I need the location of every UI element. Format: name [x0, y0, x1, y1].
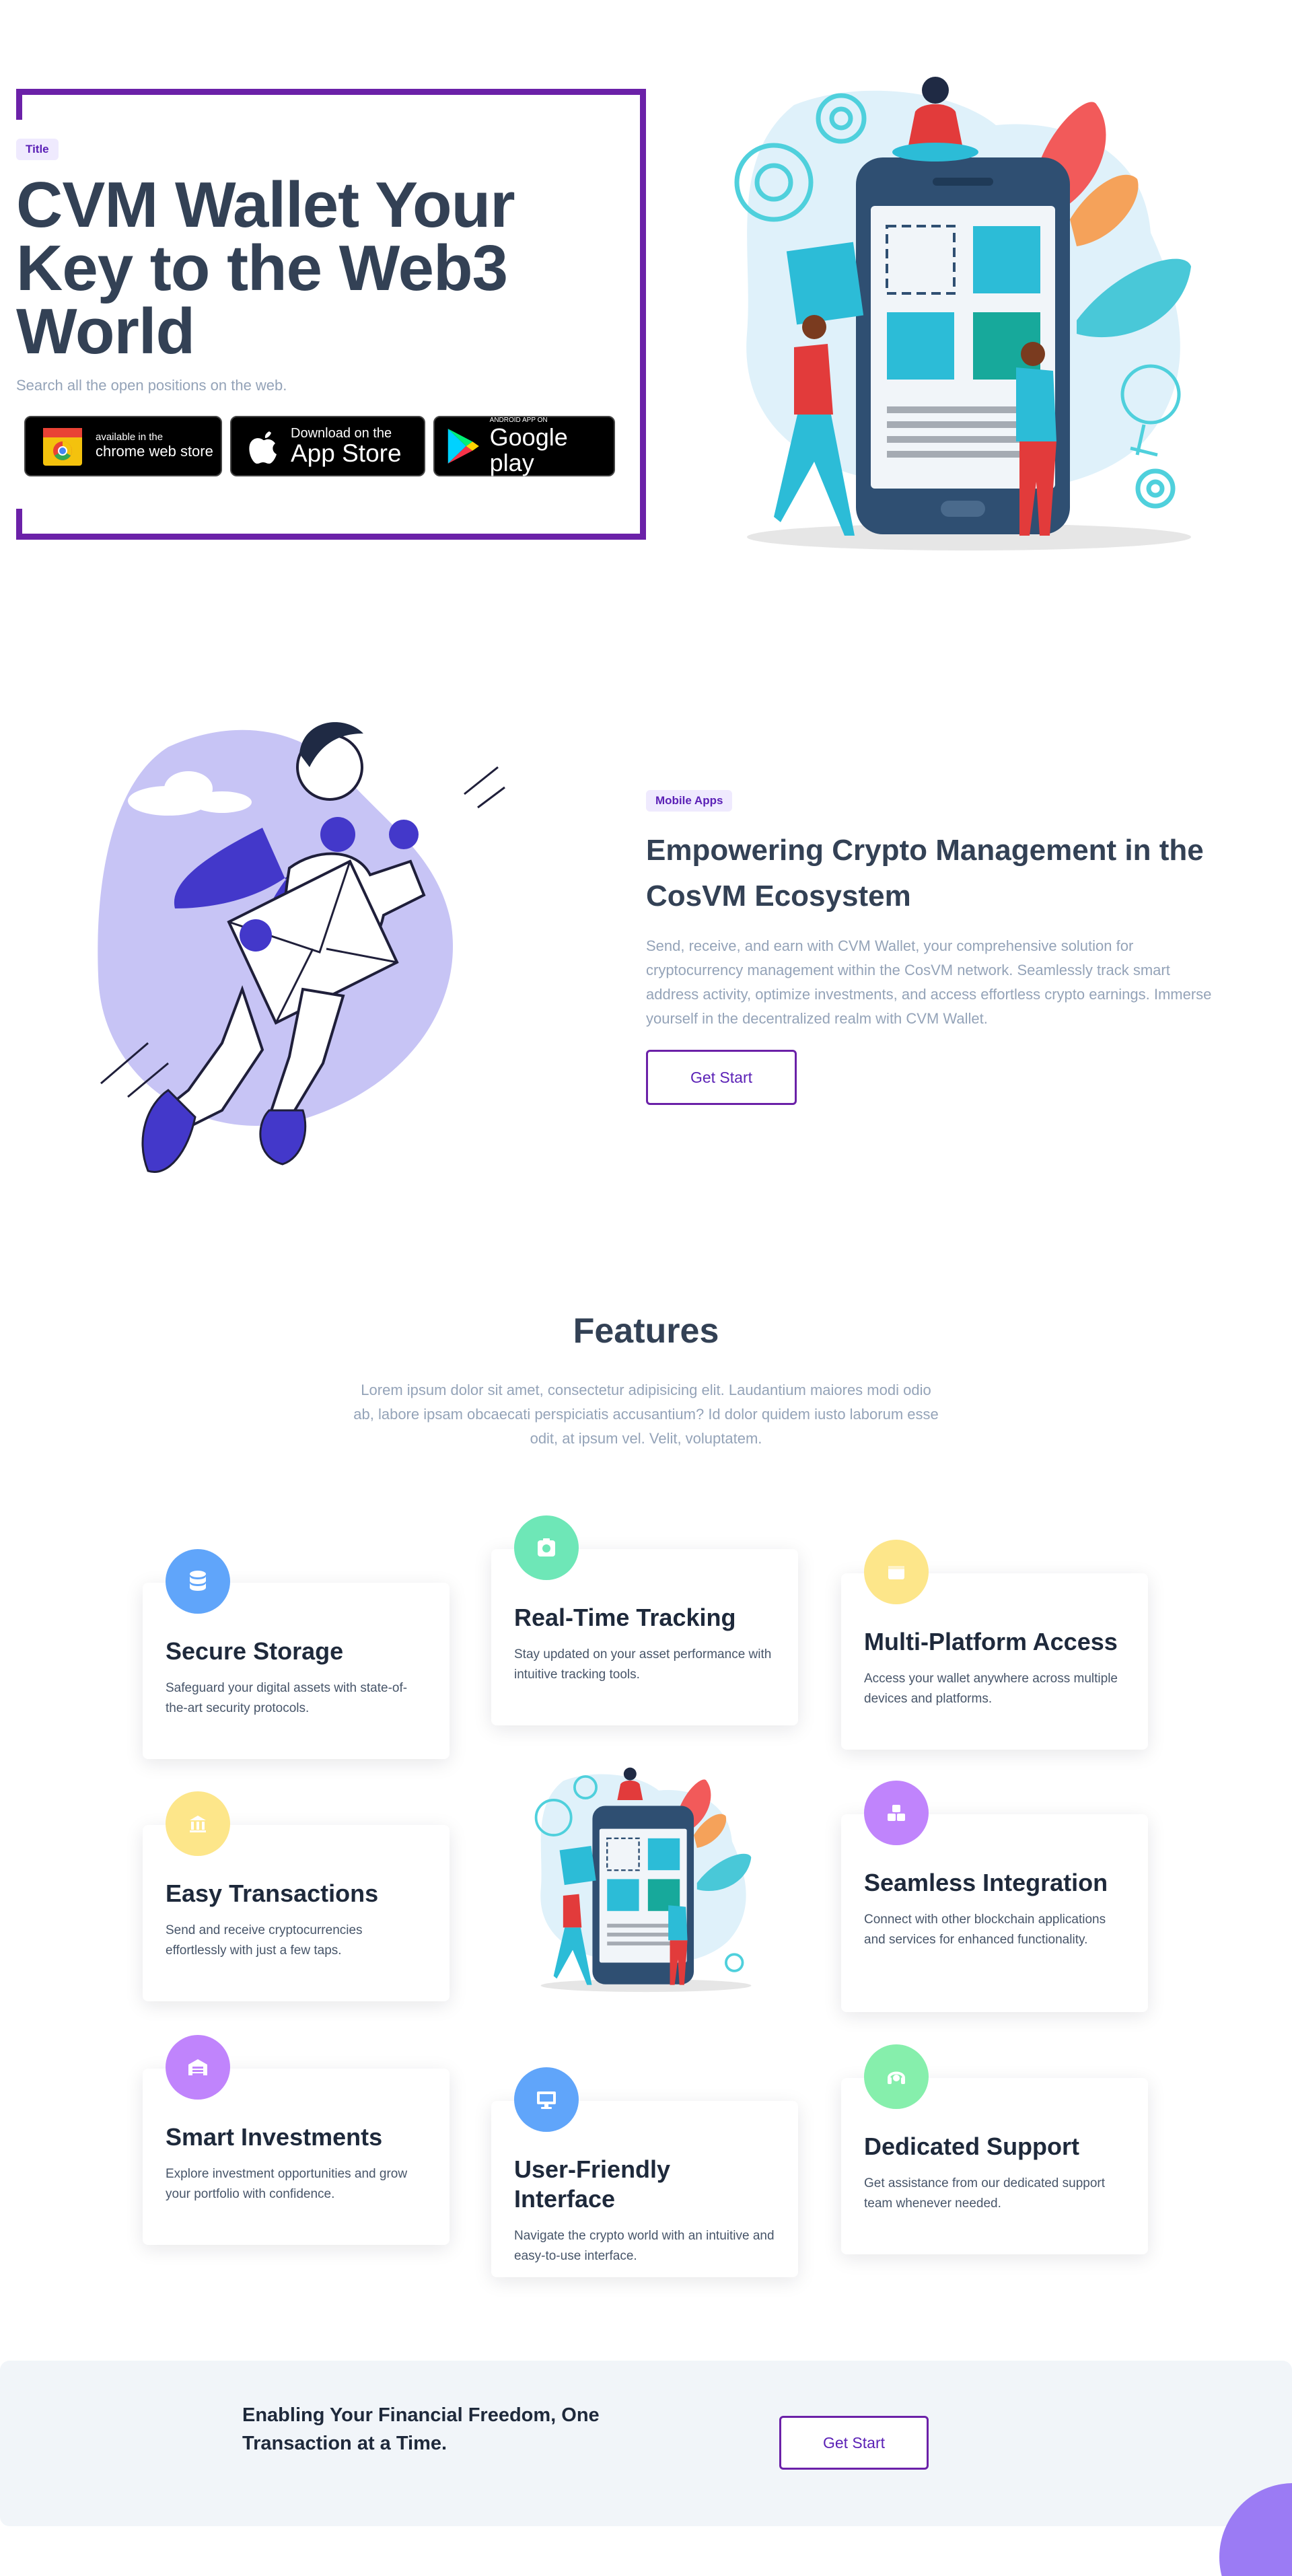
feature-card-easy-transactions: Easy Transactions Send and receive crypt…: [143, 1791, 450, 2001]
feature-card-seamless-integration: Seamless Integration Connect with other …: [841, 1781, 1148, 2012]
feature-text: Send and receive cryptocurrencies effort…: [166, 1923, 363, 1958]
feature-card-real-time-tracking: Real-Time Tracking Stay updated on your …: [491, 1515, 798, 1725]
feature-title: Real-Time Tracking: [514, 1604, 736, 1631]
cta-get-start-button[interactable]: Get Start: [779, 2416, 929, 2470]
feature-card-dedicated-support: Dedicated Support Get assistance from ou…: [841, 2044, 1148, 2254]
features-description: Lorem ipsum dolor sit amet, consectetur …: [353, 1382, 939, 1447]
headset-icon: [864, 2044, 929, 2109]
feature-card-secure-storage: Secure Storage Safeguard your digital as…: [143, 1549, 450, 1759]
hero-phone-illustration: [734, 77, 1191, 550]
google-play-button[interactable]: ANDROID APP ON Google play: [433, 416, 615, 476]
feature-title: Smart Investments: [166, 2123, 383, 2151]
hero-subtitle: Search all the open positions on the web…: [16, 377, 287, 394]
get-start-button[interactable]: Get Start: [646, 1050, 797, 1105]
ecosystem-text: Send, receive, and earn with CVM Wallet,…: [646, 937, 1212, 1027]
feature-text: Navigate the crypto world with an intuit…: [514, 2229, 775, 2263]
superhero-mail-illustration: [98, 722, 505, 1173]
features-phone-illustration: [534, 1767, 752, 1993]
feature-card-multi-platform-access: Multi-Platform Access Access your wallet…: [841, 1540, 1148, 1750]
hero-title: CVM Wallet Your Key to the Web3 World: [16, 169, 515, 367]
features-title: Features: [573, 1312, 719, 1351]
page: Title CVM Wallet Your Key to the Web3 Wo…: [0, 0, 1292, 2576]
feature-text: Get assistance from our dedicated suppor…: [864, 2176, 1106, 2211]
chrome-store-small-text: available in the: [96, 431, 164, 443]
feature-text: Stay updated on your asset performance w…: [514, 1647, 772, 1682]
feature-card-smart-investments: Smart Investments Explore investment opp…: [143, 2035, 450, 2245]
app-store-big-text: App Store: [291, 439, 402, 467]
feature-text: Safeguard your digital assets with state…: [166, 1681, 408, 1715]
chrome-web-store-button[interactable]: available in the chrome web store: [24, 416, 222, 476]
app-store-button[interactable]: Download on the App Store: [230, 416, 425, 476]
feature-title: Seamless Integration: [864, 1869, 1108, 1896]
feature-title: User-Friendly Interface: [514, 2155, 671, 2213]
wallet-icon: [864, 1540, 929, 1604]
app-store-small-text: Download on the: [291, 426, 392, 441]
feature-title: Easy Transactions: [166, 1880, 379, 1907]
database-icon: [166, 1549, 230, 1614]
feature-text: Access your wallet anywhere across multi…: [864, 1672, 1118, 1706]
feature-text: Explore investment opportunities and gro…: [166, 2167, 408, 2201]
feature-title: Dedicated Support: [864, 2133, 1080, 2160]
cta-text: Enabling Your Financial Freedom, One Tra…: [242, 2404, 600, 2454]
bank-icon: [166, 1791, 230, 1856]
feature-title: Multi-Platform Access: [864, 1628, 1118, 1655]
google-play-icon: [447, 429, 479, 464]
feature-text: Connect with other blockchain applicatio…: [864, 1912, 1106, 1947]
cta-banner: [0, 2361, 1292, 2526]
ecosystem-tag: Mobile Apps: [646, 790, 733, 812]
camera-icon: [514, 1515, 579, 1580]
chrome-store-big-text: chrome web store: [96, 443, 213, 460]
ecosystem-title: Empowering Crypto Management in the CosV…: [646, 834, 1204, 913]
feature-card-user-friendly-interface: User-Friendly Interface Navigate the cry…: [491, 2067, 798, 2277]
hero-tag: Title: [16, 139, 59, 160]
warehouse-icon: [166, 2035, 230, 2100]
feature-title: Secure Storage: [166, 1637, 344, 1665]
monitor-icon: [514, 2067, 579, 2132]
chrome-store-icon: [43, 428, 82, 466]
google-play-big-text: Google play: [489, 423, 568, 476]
apple-icon: [249, 431, 277, 464]
cubes-icon: [864, 1781, 929, 1845]
